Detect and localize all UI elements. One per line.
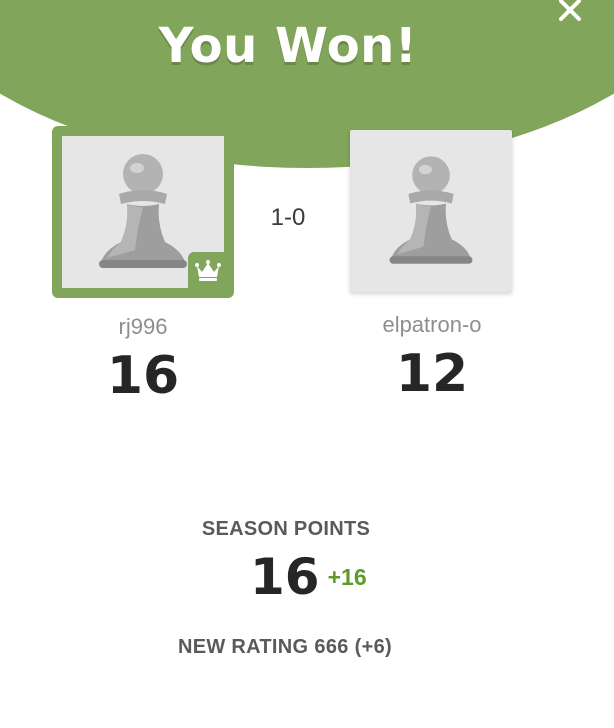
player-card-me: rj996 16 <box>52 126 234 405</box>
new-rating: NEW RATING 666 (+6) <box>0 636 570 659</box>
winner-badge <box>188 252 228 292</box>
game-over-modal: You Won! rj996 16 1-0 elpatron-o 12 SEAS… <box>0 0 614 728</box>
modal-title: You Won! <box>158 18 418 74</box>
avatar[interactable] <box>52 126 234 298</box>
avatar[interactable] <box>350 130 512 292</box>
season-points-label: SEASON POINTS <box>201 518 371 540</box>
player-username[interactable]: rj996 <box>52 314 234 340</box>
game-result: 1-0 <box>270 204 306 231</box>
opponent-score: 12 <box>395 344 469 404</box>
season-points-value: 16 <box>250 548 320 606</box>
player-score: 16 <box>106 346 180 406</box>
new-rating-label: NEW RATING <box>177 636 309 658</box>
pawn-icon <box>99 154 187 268</box>
opponent-username[interactable]: elpatron-o <box>350 312 514 338</box>
close-icon <box>559 0 581 21</box>
pawn-icon <box>389 156 473 264</box>
new-rating-change: (+6) <box>354 636 392 658</box>
player-card-opponent: elpatron-o 12 <box>350 130 514 403</box>
season-points-delta: +16 <box>327 563 367 590</box>
close-button[interactable] <box>556 0 584 24</box>
crown-icon <box>195 260 221 281</box>
new-rating-value: 666 <box>314 636 349 658</box>
season-points: 16 +16 <box>250 548 367 606</box>
